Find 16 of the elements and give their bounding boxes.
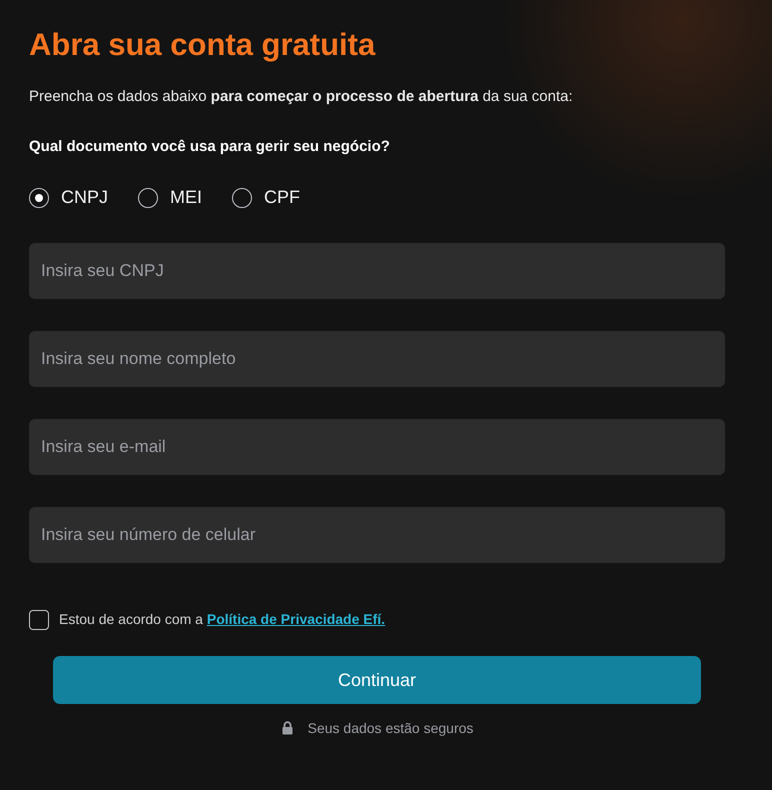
input-field[interactable]: Insira seu nome completo <box>29 331 725 387</box>
consent-text: Estou de acordo com a Política de Privacidade Efí. <box>59 610 386 629</box>
input-field[interactable]: Insira seu e-mail <box>29 419 725 475</box>
security-note: Seus dados estão seguros <box>308 719 474 738</box>
continue-button[interactable]: Continuar <box>53 656 701 704</box>
page-title: Abra sua conta gratuita <box>29 26 376 64</box>
document-type-radio[interactable]: CNPJ <box>29 184 108 211</box>
question-text: Qual documento você usa para gerir seu negócio? <box>29 136 390 156</box>
lock-icon <box>280 721 294 736</box>
input-field[interactable]: Insira seu número de celular <box>29 507 725 563</box>
privacy-policy-link[interactable]: Política de Privacidade Efí. <box>206 611 386 627</box>
document-type-radio[interactable]: MEI <box>138 184 202 211</box>
input-field[interactable]: Insira seu CNPJ <box>29 243 725 299</box>
consent-checkbox[interactable] <box>29 610 49 630</box>
intro-text: Preencha os dados abaixo para começar o processo de abertura da sua conta: <box>29 87 573 107</box>
document-type-radio[interactable]: CPF <box>232 184 300 211</box>
